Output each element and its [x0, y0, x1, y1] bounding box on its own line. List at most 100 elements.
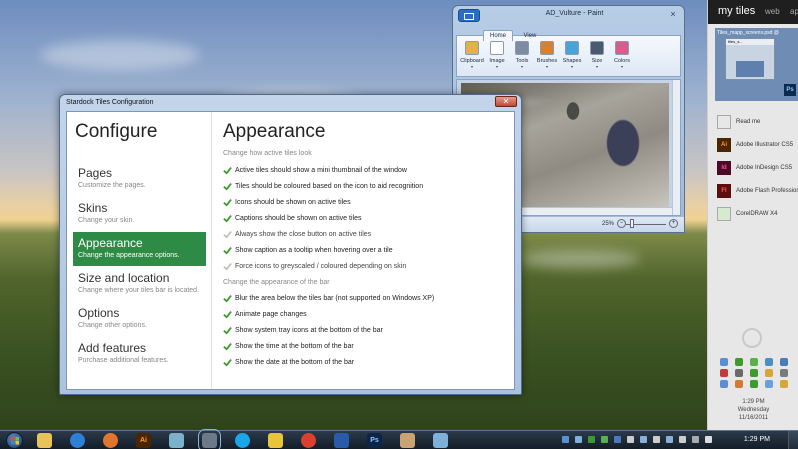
tray-icon[interactable]	[575, 436, 582, 443]
nav-item-size-and-location[interactable]: Size and location Change where your tiles…	[73, 267, 206, 301]
checkmark-icon[interactable]	[223, 198, 232, 207]
tray-icon[interactable]	[666, 436, 673, 443]
network-icon[interactable]	[169, 433, 184, 448]
checkmark-icon[interactable]	[223, 166, 232, 175]
taskbar-clock[interactable]: 1:29 PM	[744, 436, 770, 443]
vertical-scrollbar[interactable]	[672, 80, 680, 215]
tray-icon[interactable]	[750, 369, 758, 377]
tray-icon[interactable]	[614, 436, 621, 443]
tray-icon[interactable]	[780, 380, 788, 388]
illustrator-icon[interactable]: Ai	[136, 433, 151, 448]
skype-icon[interactable]	[235, 433, 250, 448]
photoshop-icon[interactable]: Ps	[367, 433, 382, 448]
tray-icon[interactable]	[780, 369, 788, 377]
tab-apps[interactable]: ap	[790, 7, 798, 16]
checkmark-icon[interactable]	[223, 294, 232, 303]
active-tile-photoshop[interactable]: Tiles_mapp_screens.psd @ tiles_s... Ps	[715, 28, 798, 101]
option-checkbox[interactable]: Always show the close button on active t…	[223, 230, 371, 239]
tray-icon[interactable]	[765, 369, 773, 377]
palette-icon[interactable]	[433, 433, 448, 448]
firefox-icon[interactable]	[103, 433, 118, 448]
option-checkbox[interactable]: Show the date at the bottom of the bar	[223, 358, 354, 367]
close-button[interactable]: ✕	[495, 96, 517, 107]
nav-item-pages[interactable]: Pages Customize the pages.	[73, 162, 206, 196]
tiles-config-window[interactable]: Stardock Tiles Configuration ✕ Configure…	[59, 94, 522, 395]
tab-my-tiles[interactable]: my tiles	[718, 5, 755, 17]
tab-web[interactable]: web	[765, 7, 780, 16]
tile-flash[interactable]: Fl Adobe Flash Professional	[717, 184, 798, 198]
tab-view[interactable]: View	[517, 31, 542, 41]
tray-icon[interactable]	[720, 358, 728, 366]
paint-icon[interactable]	[400, 433, 415, 448]
checkmark-icon[interactable]	[223, 246, 232, 255]
start-button[interactable]	[6, 432, 23, 449]
tray-icon[interactable]	[765, 380, 773, 388]
nav-item-skins[interactable]: Skins Change your skin.	[73, 197, 206, 231]
stardock-swirl-icon[interactable]	[742, 328, 762, 348]
option-checkbox[interactable]: Blur the area below the tiles bar (not s…	[223, 294, 434, 303]
option-checkbox[interactable]: Icons should be shown on active tiles	[223, 198, 351, 207]
explorer-icon[interactable]	[37, 433, 52, 448]
option-checkbox[interactable]: Show the time at the bottom of the bar	[223, 342, 354, 351]
tray-icon[interactable]	[735, 358, 743, 366]
option-checkbox[interactable]: Tiles should be coloured based on the ic…	[223, 182, 423, 191]
option-checkbox[interactable]: Captions should be shown on active tiles	[223, 214, 361, 223]
tile-indesign[interactable]: Id Adobe InDesign CS5	[717, 161, 798, 175]
tray-icon[interactable]	[735, 369, 743, 377]
ribbon-image-button[interactable]: Image ▾	[485, 39, 509, 76]
tray-icon[interactable]	[705, 436, 712, 443]
nav-item-add-features[interactable]: Add features Purchase additional features…	[73, 337, 206, 371]
checkmark-icon[interactable]	[223, 182, 232, 191]
option-checkbox[interactable]: Show system tray icons at the bottom of …	[223, 326, 383, 335]
checkmark-icon[interactable]	[223, 342, 232, 351]
tray-icon[interactable]	[750, 380, 758, 388]
ribbon-colors-button[interactable]: Colors ▾	[610, 39, 634, 76]
tray-icon[interactable]	[653, 436, 660, 443]
paint-close-button[interactable]: ×	[666, 8, 680, 20]
option-checkbox[interactable]: Animate page changes	[223, 310, 307, 319]
nav-item-appearance[interactable]: Appearance Change the appearance options.	[73, 232, 206, 266]
tray-icon[interactable]	[627, 436, 634, 443]
tray-icon[interactable]	[720, 369, 728, 377]
show-desktop-button[interactable]	[788, 431, 798, 449]
ribbon-tools-button[interactable]: Tools ▾	[510, 39, 534, 76]
ribbon-clipboard-button[interactable]: Clipboard ▾	[460, 39, 484, 76]
tray-icon[interactable]	[562, 436, 569, 443]
ribbon-brushes-button[interactable]: Brushes ▾	[535, 39, 559, 76]
paint-titlebar[interactable]: AD_Vulture - Paint ×	[453, 6, 684, 24]
chrome-icon[interactable]	[301, 433, 316, 448]
nav-item-options[interactable]: Options Change other options.	[73, 302, 206, 336]
paint-menu-button[interactable]	[458, 9, 480, 22]
checkmark-icon[interactable]	[223, 214, 232, 223]
checkmark-icon[interactable]	[223, 230, 232, 239]
tray-icon[interactable]	[679, 436, 686, 443]
option-checkbox[interactable]: Show caption as a tooltip when hovering …	[223, 246, 393, 255]
tray-icon[interactable]	[692, 436, 699, 443]
tray-icon[interactable]	[735, 380, 743, 388]
option-checkbox[interactable]: Active tiles should show a mini thumbnai…	[223, 166, 407, 175]
internet-explorer-icon[interactable]	[70, 433, 85, 448]
tile-illustrator[interactable]: Ai Adobe Illustrator CS5	[717, 138, 798, 152]
zoom-in-button[interactable]: +	[669, 219, 678, 228]
tray-icon[interactable]	[601, 436, 608, 443]
game-icon[interactable]	[198, 429, 221, 449]
tab-home[interactable]: Home	[483, 30, 514, 41]
tray-icon[interactable]	[765, 358, 773, 366]
checkmark-icon[interactable]	[223, 262, 232, 271]
tray-icon[interactable]	[720, 380, 728, 388]
tray-icon[interactable]	[750, 358, 758, 366]
ribbon-size-button[interactable]: Size ▾	[585, 39, 609, 76]
zoom-out-button[interactable]: −	[617, 219, 626, 228]
checkmark-icon[interactable]	[223, 310, 232, 319]
word-icon[interactable]	[334, 433, 349, 448]
tray-icon[interactable]	[780, 358, 788, 366]
tray-icon[interactable]	[588, 436, 595, 443]
zoom-slider-thumb[interactable]	[630, 219, 634, 228]
ribbon-shapes-button[interactable]: Shapes ▾	[560, 39, 584, 76]
option-checkbox[interactable]: Force icons to greyscaled / coloured dep…	[223, 262, 406, 271]
checkmark-icon[interactable]	[223, 358, 232, 367]
checkmark-icon[interactable]	[223, 326, 232, 335]
tile-coreldraw[interactable]: CorelDRAW X4	[717, 207, 798, 221]
tray-icon[interactable]	[640, 436, 647, 443]
tile-document[interactable]: Read me	[717, 115, 798, 129]
